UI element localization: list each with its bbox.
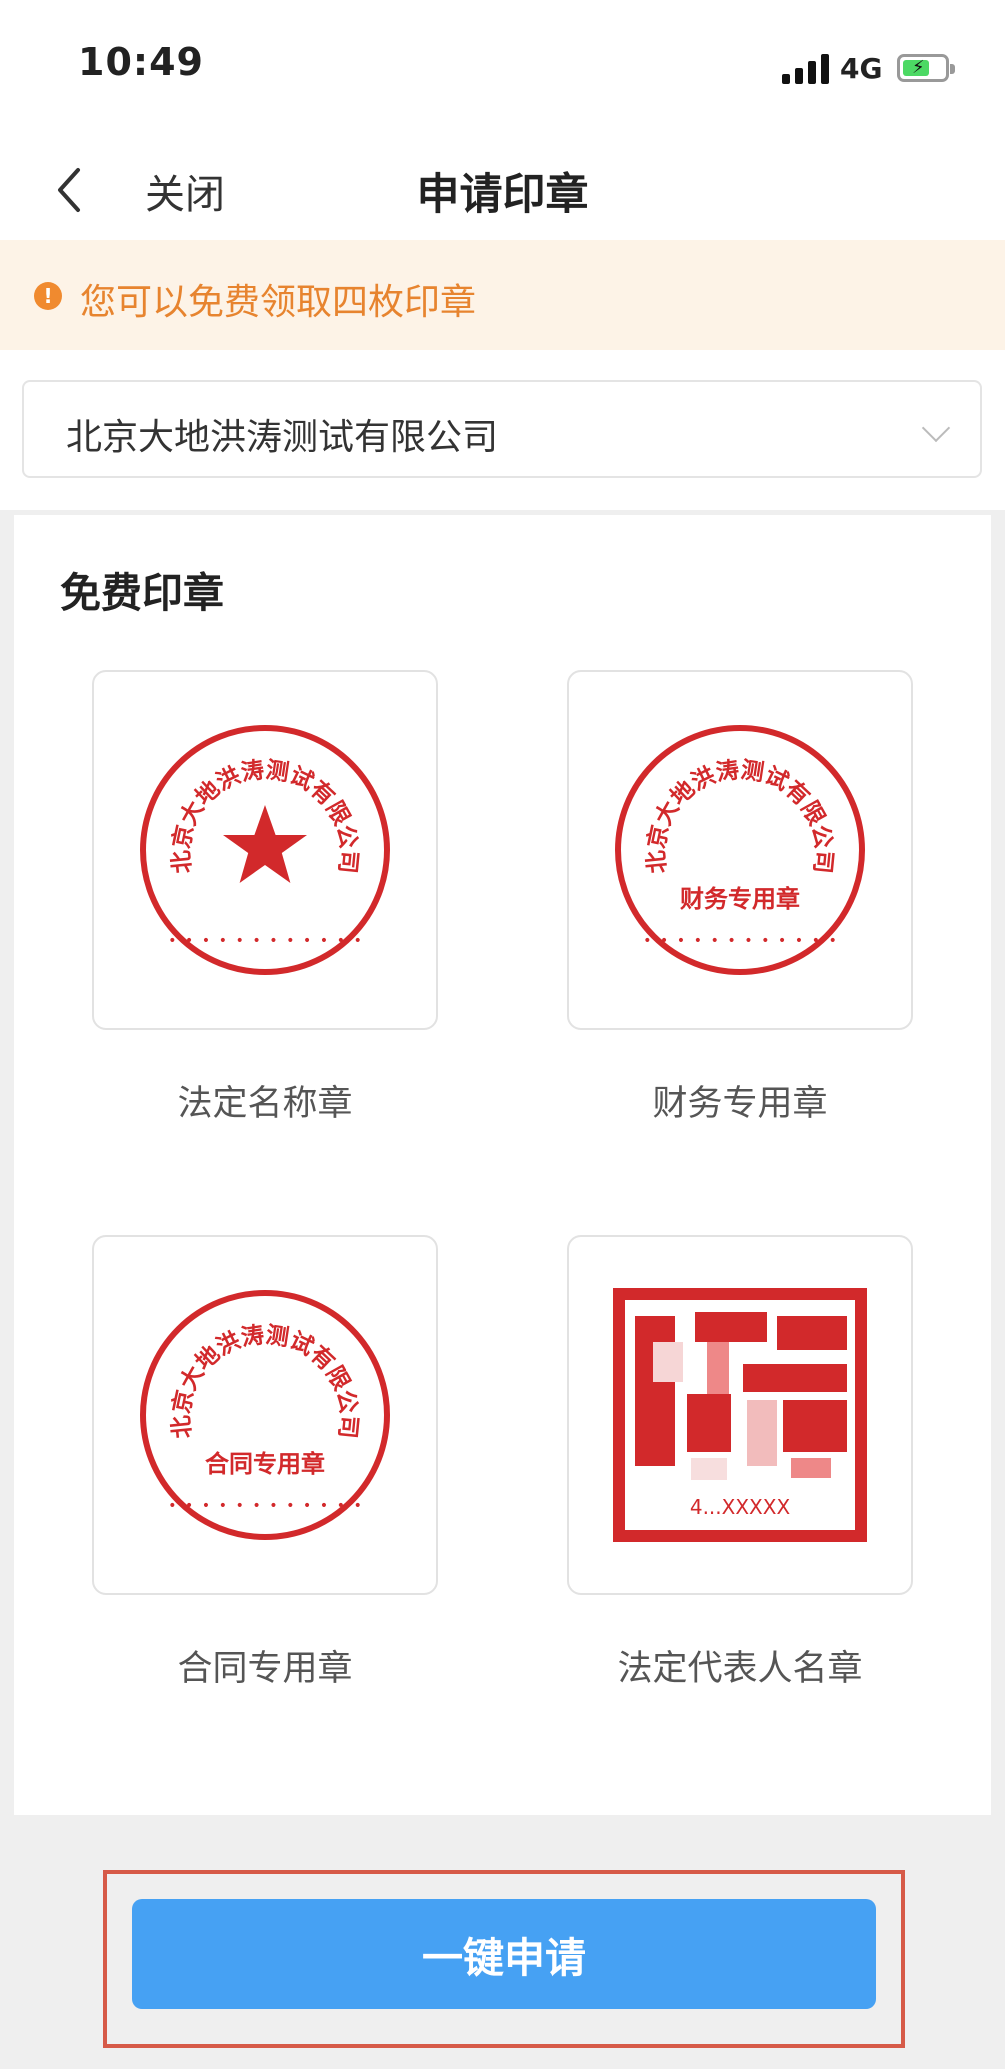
seal-card-legal-rep[interactable]: 4...XXXXX xyxy=(567,1235,913,1595)
network-label: 4G xyxy=(840,52,883,85)
seal-label: 合同专用章 xyxy=(177,1649,353,1689)
status-bar: 10:49 4G ⚡ xyxy=(0,0,1005,140)
seal-card-legal-name[interactable]: 北京大地洪涛测试有限公司 • • • • • • • • • • • • xyxy=(92,670,438,1030)
contract-seal-image: 北京大地洪涛测试有限公司 合同专用章 • • • • • • • • • • •… xyxy=(140,1290,390,1540)
company-section: 北京大地洪涛测试有限公司 xyxy=(0,350,1005,510)
svg-text:• • • • • • • • • • • •: • • • • • • • • • • • • xyxy=(643,933,837,949)
svg-text:北京大地洪涛测试有限公司: 北京大地洪涛测试有限公司 xyxy=(167,1321,362,1439)
seal-card-contract[interactable]: 北京大地洪涛测试有限公司 合同专用章 • • • • • • • • • • •… xyxy=(92,1235,438,1595)
svg-text:合同专用章: 合同专用章 xyxy=(205,1449,325,1478)
seal-label: 法定名称章 xyxy=(177,1084,353,1124)
footer: 一键申请 xyxy=(0,1815,1005,2069)
company-select-value: 北京大地洪涛测试有限公司 xyxy=(66,417,499,458)
battery-charging-icon: ⚡ xyxy=(897,54,955,82)
signal-icon xyxy=(782,52,829,84)
section-title: 免费印章 xyxy=(60,569,224,617)
status-time: 10:49 xyxy=(78,40,204,84)
svg-text:财务专用章: 财务专用章 xyxy=(680,884,800,913)
legal-name-seal-image: 北京大地洪涛测试有限公司 • • • • • • • • • • • • xyxy=(140,725,390,975)
seal-label: 法定代表人名章 xyxy=(617,1649,863,1689)
free-seals-section: 免费印章 北京大地洪涛测试有限公司 • • • • • • • • • • • … xyxy=(14,515,991,1815)
notice-banner: ! 您可以免费领取四枚印章 xyxy=(0,240,1005,350)
finance-seal-image: 北京大地洪涛测试有限公司 财务专用章 • • • • • • • • • • •… xyxy=(615,725,865,975)
svg-text:4...XXXXX: 4...XXXXX xyxy=(690,1495,791,1519)
warning-icon: ! xyxy=(34,282,62,310)
svg-text:• • • • • • • • • • • •: • • • • • • • • • • • • xyxy=(168,1498,362,1514)
svg-text:北京大地洪涛测试有限公司: 北京大地洪涛测试有限公司 xyxy=(642,756,837,874)
seal-card-finance[interactable]: 北京大地洪涛测试有限公司 财务专用章 • • • • • • • • • • •… xyxy=(567,670,913,1030)
seal-label: 财务专用章 xyxy=(652,1084,828,1124)
apply-button[interactable]: 一键申请 xyxy=(132,1899,876,2009)
svg-text:• • • • • • • • • • • •: • • • • • • • • • • • • xyxy=(168,933,362,949)
nav-bar: 关闭 申请印章 xyxy=(0,140,1005,240)
notice-text: 您可以免费领取四枚印章 xyxy=(80,282,477,323)
company-select[interactable]: 北京大地洪涛测试有限公司 xyxy=(22,380,982,478)
page-title: 申请印章 xyxy=(416,170,589,220)
legal-rep-seal-image: 4...XXXXX xyxy=(613,1288,867,1542)
star-icon xyxy=(223,805,307,883)
chevron-down-icon xyxy=(921,413,951,443)
